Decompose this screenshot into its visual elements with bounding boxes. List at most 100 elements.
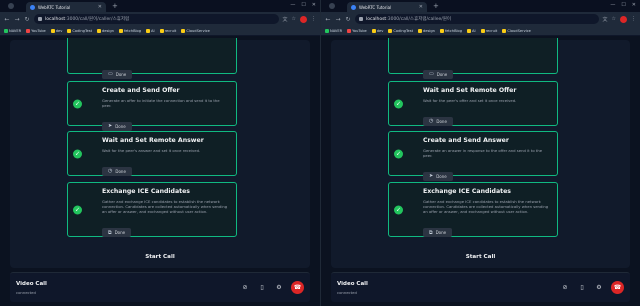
translate-icon[interactable]: 文: [283, 16, 288, 23]
done-button[interactable]: ➤ Done: [423, 171, 453, 181]
youtube-icon: [347, 28, 352, 33]
bookmark-ai[interactable]: AI: [467, 28, 476, 33]
tab-title: WebRTC Tutorial: [359, 4, 392, 10]
tab-close-icon[interactable]: ✕: [98, 4, 102, 10]
hang-up-button[interactable]: ☎: [611, 281, 624, 294]
back-icon[interactable]: ←: [4, 16, 10, 23]
bookmark-codingtest[interactable]: CodingTest: [67, 28, 92, 33]
site-info-icon[interactable]: [38, 17, 42, 21]
site-info-icon[interactable]: [359, 17, 363, 21]
maximize-icon[interactable]: ☐: [621, 2, 625, 8]
profile-menu-icon[interactable]: [329, 3, 335, 9]
folder-icon: [67, 28, 72, 33]
close-window-icon[interactable]: ✕: [312, 2, 316, 8]
bookmark-dev[interactable]: dev: [50, 28, 62, 33]
browser-window-left: WebRTC Tutorial ✕ + — ☐ ✕ ← → ↻ localhos…: [0, 0, 320, 306]
done-button[interactable]: ➤ Done: [102, 121, 132, 131]
send-icon: ➤: [108, 123, 113, 130]
tab-close-icon[interactable]: ✕: [419, 4, 423, 10]
new-tab-icon[interactable]: +: [433, 2, 439, 10]
url-field[interactable]: localhost:3000/call/원이/caller/스휴저럼: [34, 14, 279, 24]
camera-off-icon[interactable]: ⊘: [560, 284, 570, 291]
connection-status: connected: [337, 289, 357, 295]
folder-icon: [146, 28, 151, 33]
bookmark-naver[interactable]: NAVER: [325, 28, 342, 33]
bookmark-naver[interactable]: NAVER: [4, 28, 21, 33]
done-button[interactable]: ▭ Done: [423, 69, 454, 79]
step-title: Exchange ICE Candidates: [423, 188, 511, 195]
translate-icon[interactable]: 文: [603, 16, 608, 23]
bookmark-design[interactable]: design: [418, 28, 435, 33]
folder-icon: [480, 28, 485, 33]
send-icon: ➤: [429, 173, 434, 180]
folder-icon: [371, 28, 376, 33]
reload-icon[interactable]: ↻: [345, 16, 351, 23]
avatar[interactable]: [300, 15, 307, 23]
bookmark-fetchblog[interactable]: fetchBlog: [439, 28, 462, 33]
start-call-button[interactable]: Start Call: [331, 254, 630, 260]
hang-up-button[interactable]: ☎: [291, 281, 304, 294]
network-icon: ⧉: [108, 229, 112, 236]
done-button[interactable]: ⧉ Done: [102, 228, 132, 238]
done-button[interactable]: ⧉ Done: [423, 228, 453, 238]
naver-icon: [4, 28, 8, 33]
layout-icon[interactable]: ▯: [257, 284, 267, 291]
camera-off-icon[interactable]: ⊘: [240, 284, 250, 291]
url-field[interactable]: localhost:3000/call/스휴저럼/callee/원이: [355, 14, 599, 24]
bookmark-codingtest[interactable]: CodingTest: [388, 28, 413, 33]
back-icon[interactable]: ←: [325, 16, 331, 23]
tab-favicon-icon: [351, 4, 356, 10]
forward-icon[interactable]: →: [335, 16, 341, 23]
profile-menu-icon[interactable]: [8, 3, 14, 9]
step-card-ice: ✓ Exchange ICE Candidates Gather and exc…: [388, 182, 558, 238]
browser-tab[interactable]: WebRTC Tutorial ✕: [26, 2, 106, 12]
step-card-remote-offer: ✓ Wait and Set Remote Offer Wait for the…: [388, 81, 558, 126]
more-icon[interactable]: ⋮: [311, 16, 316, 23]
bookmark-recruit[interactable]: recruit: [159, 28, 176, 33]
bookmark-cloudservice[interactable]: CloudService: [181, 28, 210, 33]
bookmark-design[interactable]: design: [97, 28, 114, 33]
start-call-button[interactable]: Start Call: [10, 254, 310, 260]
layout-icon[interactable]: ▯: [577, 284, 587, 291]
screen: WebRTC Tutorial ✕ + — ☐ ✕ ← → ↻ localhos…: [0, 0, 640, 306]
settings-icon[interactable]: ⚙: [594, 284, 604, 291]
forward-icon[interactable]: →: [14, 16, 20, 23]
bookmark-cloudservice[interactable]: CloudService: [502, 28, 531, 33]
tab-bar: WebRTC Tutorial ✕ + — ☐ ✕: [321, 0, 640, 12]
bookmark-youtube[interactable]: YouTube: [347, 28, 367, 33]
bookmark-recruit[interactable]: recruit: [480, 28, 497, 33]
browser-window-right: WebRTC Tutorial ✕ + — ☐ ✕ ← → ↻ localhos…: [320, 0, 640, 306]
folder-icon: [159, 28, 164, 33]
settings-icon[interactable]: ⚙: [274, 284, 284, 291]
bookmark-fetchblog[interactable]: fetchBlog: [118, 28, 141, 33]
close-window-icon[interactable]: ✕: [632, 2, 636, 8]
bookmark-star-icon[interactable]: ☆: [292, 16, 296, 23]
folder-icon: [388, 28, 393, 33]
avatar[interactable]: [620, 15, 627, 23]
browser-tab[interactable]: WebRTC Tutorial ✕: [347, 2, 427, 12]
step-description: Wait for the peer's answer and set it on…: [102, 148, 201, 153]
folder-icon: [97, 28, 102, 33]
step-title: Create and Send Answer: [423, 137, 509, 144]
naver-icon: [325, 28, 329, 33]
bookmark-star-icon[interactable]: ☆: [612, 16, 616, 23]
done-button[interactable]: ▭ Done: [102, 69, 133, 79]
bookmark-dev[interactable]: dev: [371, 28, 383, 33]
step-card-remote-answer: ✓ Wait and Set Remote Answer Wait for th…: [67, 131, 237, 176]
folder-icon: [502, 28, 507, 33]
more-icon[interactable]: ⋮: [631, 16, 636, 23]
done-button[interactable]: ◷ Done: [423, 116, 453, 126]
new-tab-icon[interactable]: +: [112, 2, 118, 10]
bookmark-ai[interactable]: AI: [146, 28, 155, 33]
check-icon: ✓: [394, 149, 403, 158]
url-path: :3000/call/원이/caller/스휴저럼: [65, 17, 130, 22]
reload-icon[interactable]: ↻: [24, 16, 30, 23]
done-button[interactable]: ◷ Done: [102, 166, 132, 176]
check-icon: ✓: [394, 205, 403, 214]
minimize-icon[interactable]: —: [610, 2, 615, 8]
bookmark-youtube[interactable]: YouTube: [26, 28, 46, 33]
step-title: Exchange ICE Candidates: [102, 188, 190, 195]
step-card-create-answer: ✓ Create and Send Answer Generate an ans…: [388, 131, 558, 181]
maximize-icon[interactable]: ☐: [301, 2, 305, 8]
minimize-icon[interactable]: —: [290, 2, 295, 8]
